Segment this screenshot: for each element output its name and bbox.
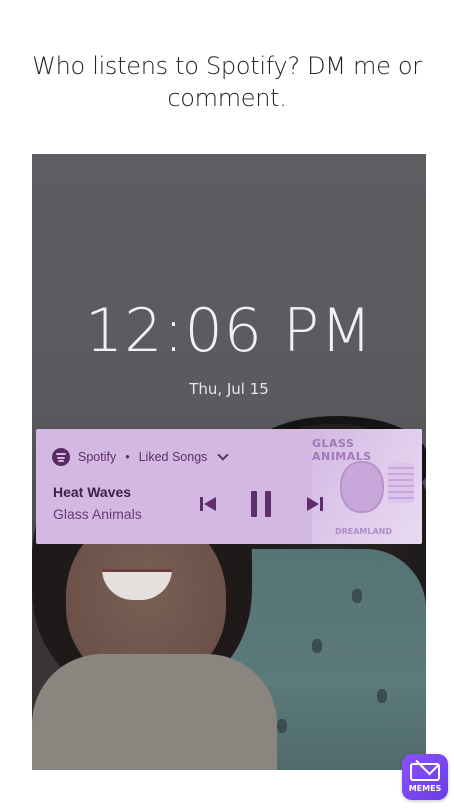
playlist-name: Liked Songs (138, 450, 208, 464)
lockscreen-clock: 12:06 PM (85, 296, 373, 366)
pause-button[interactable] (246, 489, 276, 519)
media-notification-card[interactable]: GLASS ANIMALS DREAMLAND Spotify • Liked … (36, 429, 422, 544)
playback-controls (193, 489, 328, 519)
lockscreen-date: Thu, Jul 15 (189, 380, 269, 398)
header-separator: • (125, 450, 130, 464)
pause-icon (251, 491, 271, 517)
shirt-pattern (277, 719, 287, 733)
track-title: Heat Waves (53, 484, 132, 500)
skip-previous-icon (200, 497, 216, 511)
app-name: Spotify (78, 450, 117, 464)
girl-top (32, 654, 277, 770)
shirt-pattern (352, 589, 362, 603)
next-button[interactable] (300, 489, 330, 519)
memes-watermark-logo[interactable]: MEMES (402, 754, 448, 800)
shirt-pattern (312, 639, 322, 653)
envelope-icon (410, 763, 440, 781)
chevron-down-icon[interactable] (217, 449, 230, 461)
shirt-pattern (377, 689, 387, 703)
notification-header[interactable]: Spotify • Liked Songs (52, 448, 230, 466)
album-art-head (340, 461, 384, 513)
album-art-subtitle: DREAMLAND (334, 527, 392, 536)
post-caption: Who listens to Spotify? DM me or comment… (32, 52, 422, 112)
skip-next-icon (307, 497, 323, 511)
previous-button[interactable] (193, 489, 223, 519)
track-artist: Glass Animals (53, 506, 142, 522)
memes-logo-label: MEMES (408, 784, 442, 793)
album-art-pattern (388, 463, 414, 503)
album-art-title: GLASS ANIMALS (312, 437, 372, 463)
album-art: GLASS ANIMALS DREAMLAND (312, 429, 422, 544)
spotify-icon (52, 448, 70, 466)
